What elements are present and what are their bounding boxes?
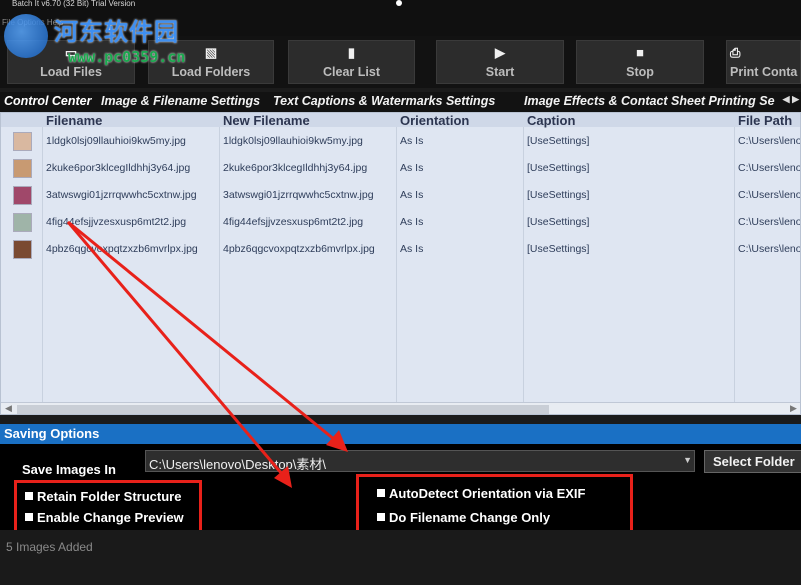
cell-file-path: C:\Users\lenov <box>738 162 801 174</box>
load-files-button[interactable]: ▭ Load Files <box>7 40 135 84</box>
cell-new-filename: 4pbz6qgcvoxpqtzxzb6mvrlpx.jpg <box>223 243 375 255</box>
save-images-in-label: Save Images In <box>22 462 116 477</box>
column-header-caption[interactable]: Caption <box>527 113 575 128</box>
cell-new-filename: 1ldgk0lsj09llauhioi9kw5my.jpg <box>223 135 363 147</box>
table-row[interactable]: 4pbz6qgcvoxpqtzxzb6mvrlpx.jpg 4pbz6qgcvo… <box>1 235 801 261</box>
start-icon: ▶ <box>495 45 505 60</box>
column-header-filename[interactable]: Filename <box>46 113 102 128</box>
load-files-icon: ▭ <box>64 45 78 60</box>
tab-control-center[interactable]: Control Center <box>4 94 92 108</box>
save-path-combobox[interactable]: C:\Users\lenovo\Desktop\素材\ ▼ <box>145 450 695 472</box>
cell-filename: 1ldgk0lsj09llauhioi9kw5my.jpg <box>46 135 186 147</box>
camera-dot-icon <box>396 0 402 6</box>
cell-orientation: As Is <box>400 216 424 228</box>
status-bar: 5 Images Added <box>0 530 801 585</box>
start-button[interactable]: ▶ Start <box>436 40 564 84</box>
saving-options-header: Saving Options <box>0 424 801 444</box>
cell-new-filename: 2kuke6por3klcegIldhhj3y64.jpg <box>223 162 368 174</box>
cell-file-path: C:\Users\lenov <box>738 135 801 147</box>
select-folder-button[interactable]: Select Folder <box>704 450 801 473</box>
cell-new-filename: 4fig44efsjjvzesxusp6mt2t2.jpg <box>223 216 364 228</box>
tab-text-captions-watermarks[interactable]: Text Captions & Watermarks Settings <box>273 94 495 108</box>
table-row[interactable]: 3atwswgi01jzrrqwwhc5cxtnw.jpg 3atwswgi01… <box>1 181 801 207</box>
cell-caption: [UseSettings] <box>527 162 590 174</box>
table-row[interactable]: 2kuke6por3klcegIldhhj3y64.jpg 2kuke6por3… <box>1 154 801 180</box>
clear-list-icon: ▮ <box>347 45 356 60</box>
menu-items[interactable]: File Options Help <box>2 18 63 27</box>
tab-image-filename-settings[interactable]: Image & Filename Settings <box>101 94 260 108</box>
cell-filename: 2kuke6por3klcegIldhhj3y64.jpg <box>46 162 191 174</box>
load-folders-icon: ▧ <box>204 45 218 60</box>
cell-file-path: C:\Users\lenov <box>738 189 801 201</box>
clear-list-button[interactable]: ▮ Clear List <box>288 40 415 84</box>
cell-orientation: As Is <box>400 243 424 255</box>
table-row[interactable]: 4fig44efsjjvzesxusp6mt2t2.jpg 4fig44efsj… <box>1 208 801 234</box>
cell-caption: [UseSettings] <box>527 135 590 147</box>
save-path-value: C:\Users\lenovo\Desktop\素材\ <box>149 457 327 472</box>
print-icon: ⎙ <box>730 45 741 60</box>
saving-options-title: Saving Options <box>4 426 100 441</box>
cell-file-path: C:\Users\lenov <box>738 216 801 228</box>
column-header-new-filename[interactable]: New Filename <box>223 113 310 128</box>
chevron-down-icon[interactable]: ▼ <box>683 455 692 465</box>
scroll-left-arrow-icon[interactable]: ◀ <box>5 403 12 414</box>
image-thumbnail <box>13 132 32 151</box>
tab-image-effects-contact-sheet[interactable]: Image Effects & Contact Sheet Printing S… <box>524 94 775 108</box>
tab-scroll-arrows-icon[interactable]: ◀ ▶ <box>783 94 799 105</box>
cell-file-path: C:\Users\lenov <box>738 243 801 255</box>
stop-icon: ■ <box>636 45 644 60</box>
cell-orientation: As Is <box>400 162 424 174</box>
cell-orientation: As Is <box>400 189 424 201</box>
scrollbar-thumb[interactable] <box>17 405 549 414</box>
cell-filename: 4pbz6qgcvoxpqtzxzb6mvrlpx.jpg <box>46 243 198 255</box>
print-contact-button[interactable]: ⎙ Print Conta <box>726 40 801 84</box>
print-contact-label: Print Conta <box>730 65 798 79</box>
title-bar: Batch It v6.70 (32 Bit) Trial Version <box>0 0 801 14</box>
tabs-bar: Control Center Image & Filename Settings… <box>0 92 801 112</box>
cell-orientation: As Is <box>400 135 424 147</box>
highlight-box-right <box>356 474 633 536</box>
cell-filename: 3atwswgi01jzrrqwwhc5cxtnw.jpg <box>46 189 197 201</box>
load-folders-label: Load Folders <box>171 65 251 79</box>
load-files-label: Load Files <box>40 65 102 79</box>
table-header: Filename New Filename Orientation Captio… <box>1 113 800 128</box>
image-thumbnail <box>13 240 32 259</box>
image-thumbnail <box>13 159 32 178</box>
table-row[interactable]: 1ldgk0lsj09llauhioi9kw5my.jpg 1ldgk0lsj0… <box>1 127 801 153</box>
cell-caption: [UseSettings] <box>527 216 590 228</box>
scroll-right-arrow-icon[interactable]: ▶ <box>790 403 797 414</box>
cell-new-filename: 3atwswgi01jzrrqwwhc5cxtnw.jpg <box>223 189 374 201</box>
stop-button[interactable]: ■ Stop <box>576 40 704 84</box>
start-label: Start <box>485 65 515 79</box>
window-title: Batch It v6.70 (32 Bit) Trial Version <box>12 0 136 8</box>
column-header-file-path[interactable]: File Path <box>738 113 792 128</box>
clear-list-label: Clear List <box>323 65 380 79</box>
image-thumbnail <box>13 213 32 232</box>
horizontal-scrollbar[interactable]: ◀ ▶ <box>1 402 800 414</box>
load-folders-button[interactable]: ▧ Load Folders <box>148 40 274 84</box>
cell-filename: 4fig44efsjjvzesxusp6mt2t2.jpg <box>46 216 187 228</box>
stop-label: Stop <box>626 65 654 79</box>
select-folder-label: Select Folder <box>713 454 795 469</box>
cell-caption: [UseSettings] <box>527 243 590 255</box>
column-header-orientation[interactable]: Orientation <box>400 113 469 128</box>
file-list-table[interactable]: Filename New Filename Orientation Captio… <box>0 112 801 415</box>
menu-bar[interactable]: File Options Help <box>0 14 801 36</box>
toolbar: ▭ Load Files ▧ Load Folders ▮ Clear List… <box>0 36 801 88</box>
image-thumbnail <box>13 186 32 205</box>
cell-caption: [UseSettings] <box>527 189 590 201</box>
status-text: 5 Images Added <box>6 540 93 554</box>
